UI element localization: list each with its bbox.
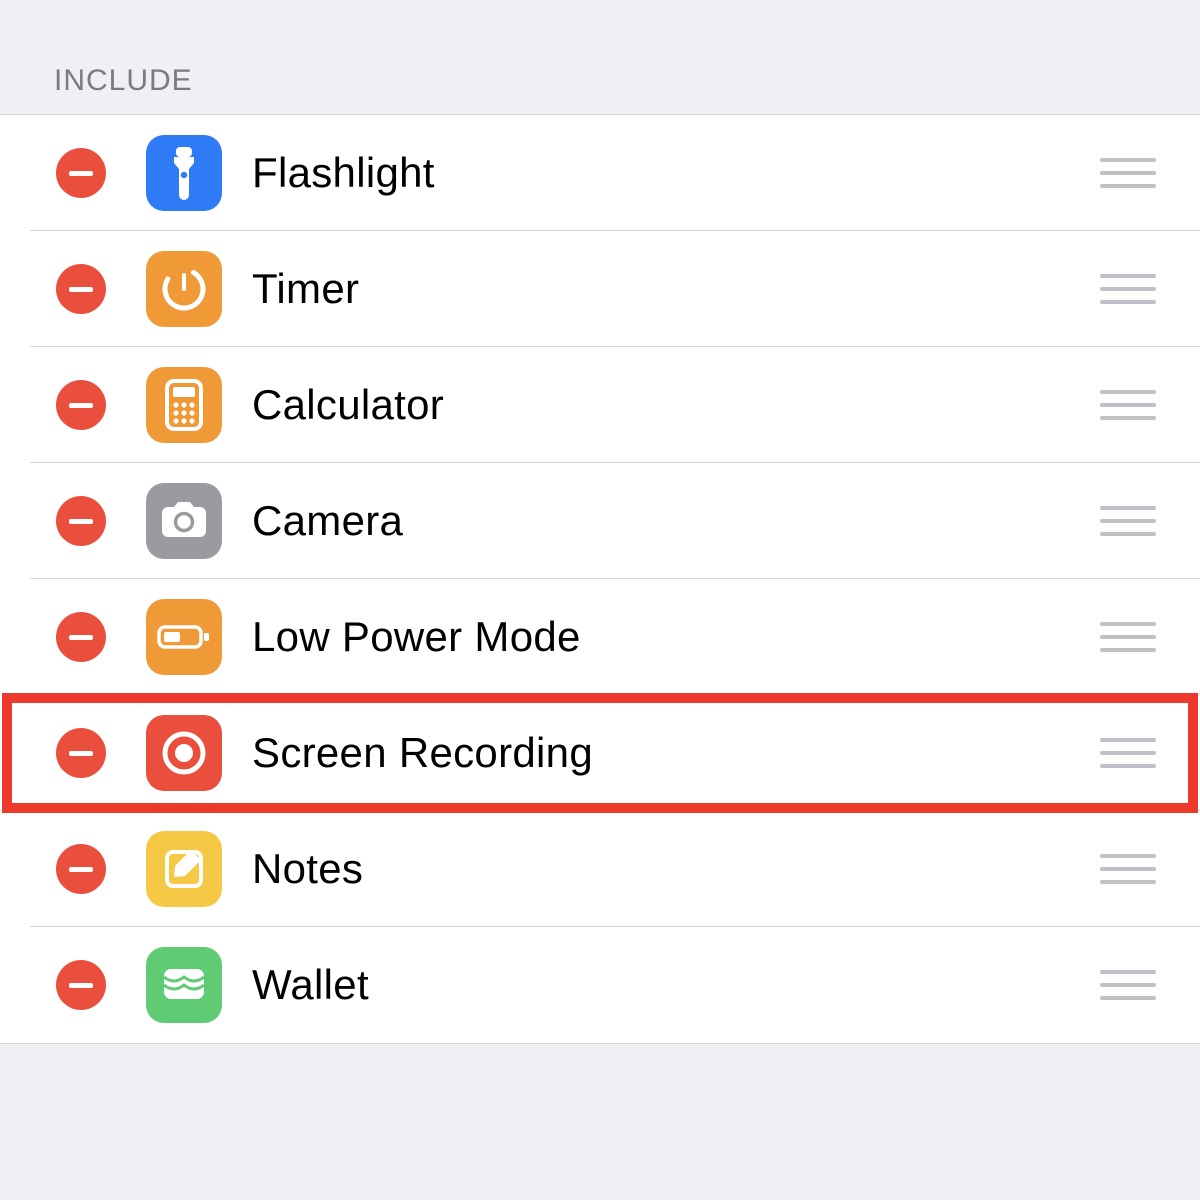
- section-header-include: INCLUDE: [0, 0, 1200, 114]
- drag-handle-icon[interactable]: [1100, 501, 1156, 541]
- screen-recording-icon: [146, 715, 222, 791]
- row-label: Timer: [252, 265, 1100, 313]
- row-label: Flashlight: [252, 149, 1100, 197]
- drag-handle-icon[interactable]: [1100, 269, 1156, 309]
- remove-button[interactable]: [56, 728, 106, 778]
- list-item-screen-recording[interactable]: Screen Recording: [0, 695, 1200, 811]
- remove-button[interactable]: [56, 264, 106, 314]
- list-item-camera[interactable]: Camera: [0, 463, 1200, 579]
- flashlight-icon: [146, 135, 222, 211]
- camera-icon: [146, 483, 222, 559]
- list-item-timer[interactable]: Timer: [0, 231, 1200, 347]
- row-label: Screen Recording: [252, 729, 1100, 777]
- notes-icon: [146, 831, 222, 907]
- remove-button[interactable]: [56, 496, 106, 546]
- row-label: Wallet: [252, 961, 1100, 1009]
- remove-button[interactable]: [56, 148, 106, 198]
- drag-handle-icon[interactable]: [1100, 965, 1156, 1005]
- list-item-calculator[interactable]: Calculator: [0, 347, 1200, 463]
- battery-icon: [146, 599, 222, 675]
- list-item-flashlight[interactable]: Flashlight: [0, 115, 1200, 231]
- drag-handle-icon[interactable]: [1100, 849, 1156, 889]
- include-list: Flashlight Timer Calculator: [0, 114, 1200, 1044]
- drag-handle-icon[interactable]: [1100, 153, 1156, 193]
- drag-handle-icon[interactable]: [1100, 617, 1156, 657]
- remove-button[interactable]: [56, 612, 106, 662]
- drag-handle-icon[interactable]: [1100, 733, 1156, 773]
- remove-button[interactable]: [56, 844, 106, 894]
- list-item-low-power-mode[interactable]: Low Power Mode: [0, 579, 1200, 695]
- row-label: Camera: [252, 497, 1100, 545]
- calculator-icon: [146, 367, 222, 443]
- remove-button[interactable]: [56, 380, 106, 430]
- row-label: Low Power Mode: [252, 613, 1100, 661]
- remove-button[interactable]: [56, 960, 106, 1010]
- list-item-notes[interactable]: Notes: [0, 811, 1200, 927]
- timer-icon: [146, 251, 222, 327]
- row-label: Notes: [252, 845, 1100, 893]
- drag-handle-icon[interactable]: [1100, 385, 1156, 425]
- row-label: Calculator: [252, 381, 1100, 429]
- wallet-icon: [146, 947, 222, 1023]
- list-item-wallet[interactable]: Wallet: [0, 927, 1200, 1043]
